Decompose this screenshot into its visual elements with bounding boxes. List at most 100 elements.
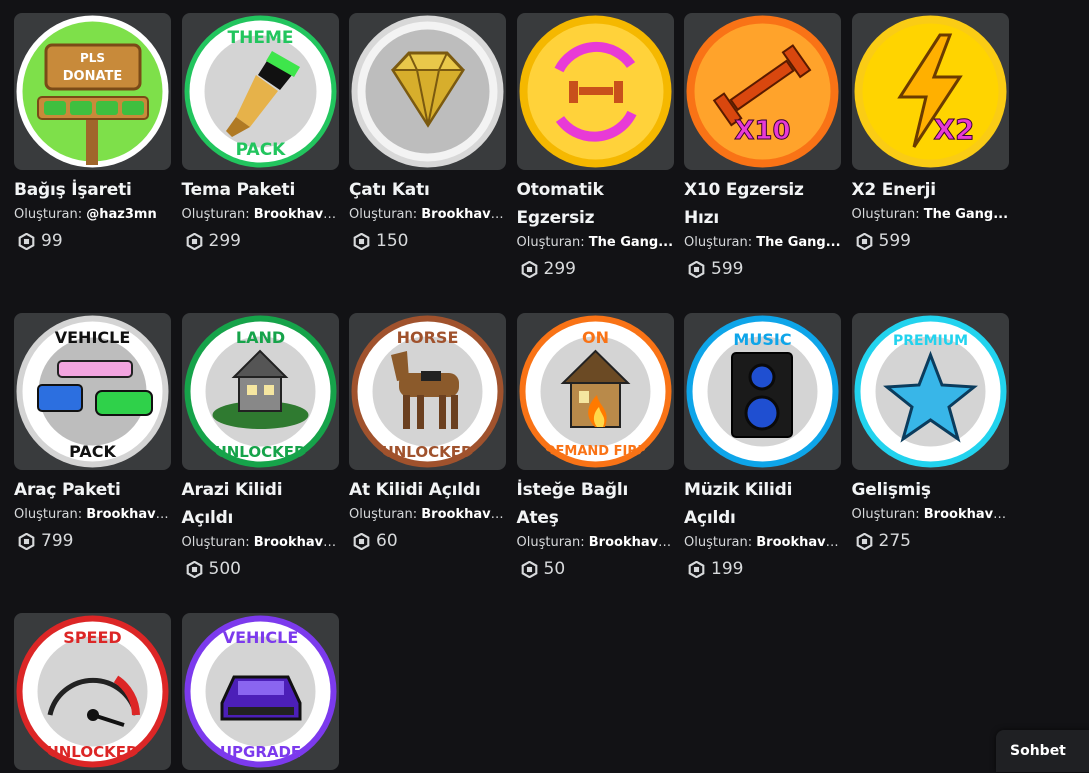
- gamepass-thumbnail[interactable]: PREMIUM: [851, 313, 1009, 470]
- gamepass-name[interactable]: Tema Paketi: [182, 176, 339, 204]
- svg-text:DONATE: DONATE: [63, 69, 123, 84]
- gamepass-creator[interactable]: Oluşturan: Brookhaven...: [14, 505, 171, 525]
- gamepass-name[interactable]: Müzik Kilidi Açıldı: [684, 476, 841, 532]
- gamepass-creator[interactable]: Oluşturan: Brookhaven...: [852, 505, 1009, 525]
- svg-text:HORSE: HORSE: [397, 328, 459, 347]
- robux-icon: [688, 560, 705, 578]
- gamepass-price: 799: [14, 529, 171, 553]
- premium-star-icon: PREMIUM: [854, 315, 1007, 468]
- svg-text:DEMAND FIRE: DEMAND FIRE: [544, 444, 645, 459]
- gamepass-card[interactable]: Otomatik Egzersiz Oluşturan: The Gang...…: [516, 13, 674, 313]
- chat-label: Sohbet: [1010, 743, 1066, 759]
- gamepass-creator[interactable]: Oluşturan: Brookhaven...: [349, 505, 506, 525]
- music-speaker-icon: MUSIC: [686, 315, 839, 468]
- svg-text:PACK: PACK: [235, 140, 286, 160]
- svg-text:UNLOCKED: UNLOCKED: [214, 443, 306, 461]
- gamepass-name[interactable]: Çatı Katı: [349, 176, 506, 204]
- svg-text:LAND: LAND: [235, 328, 284, 347]
- gamepass-card[interactable]: HORSE UNLOCKED At Kilidi Açıldı Oluştura…: [349, 313, 506, 613]
- robux-icon: [186, 560, 202, 578]
- gamepass-thumbnail[interactable]: THEME PACK: [181, 13, 339, 170]
- gamepass-name[interactable]: Otomatik Egzersiz: [517, 176, 674, 232]
- gamepass-creator[interactable]: Oluşturan: The Gang...: [517, 233, 674, 253]
- gamepass-thumbnail[interactable]: X2: [851, 13, 1009, 170]
- gamepass-thumbnail[interactable]: ON DEMAND FIRE: [516, 313, 674, 470]
- gamepass-thumbnail[interactable]: MUSIC: [684, 313, 841, 470]
- robux-icon: [521, 560, 537, 578]
- robux-icon: [521, 260, 537, 278]
- gamepass-name[interactable]: Gelişmiş: [852, 476, 1009, 504]
- gamepass-name[interactable]: İsteğe Bağlı Ateş: [517, 476, 674, 532]
- gamepass-card[interactable]: PREMIUM Gelişmiş Oluşturan: Brookhaven..…: [851, 313, 1009, 613]
- gamepass-thumbnail[interactable]: VEHICLE PACK: [14, 313, 171, 470]
- gamepass-creator[interactable]: Oluşturan: @haz3mn: [14, 205, 171, 225]
- auto-workout-dumbbell-icon: [519, 15, 672, 168]
- gamepass-thumbnail[interactable]: SPEED UNLOCKED: [14, 613, 171, 770]
- robux-icon: [18, 532, 35, 550]
- vehicle-pack-cars-icon: VEHICLE PACK: [16, 315, 169, 468]
- svg-text:PACK: PACK: [69, 442, 116, 461]
- gamepass-creator[interactable]: Oluşturan: Brookhaven...: [684, 533, 841, 553]
- robux-icon: [688, 260, 705, 278]
- chat-button[interactable]: Sohbet: [996, 730, 1089, 772]
- svg-text:X10: X10: [734, 116, 790, 146]
- land-unlocked-house-icon: LAND UNLOCKED: [184, 315, 337, 468]
- gamepass-thumbnail[interactable]: PLS DONATE: [14, 13, 171, 170]
- robux-icon: [353, 532, 370, 550]
- gamepass-creator[interactable]: Oluşturan: Brookhaven...: [517, 533, 674, 553]
- gamepass-thumbnail[interactable]: HORSE UNLOCKED: [349, 313, 506, 470]
- gamepass-name[interactable]: X2 Enerji: [852, 176, 1009, 204]
- x2-lightning-icon: X2: [854, 15, 1007, 168]
- gamepass-name[interactable]: Arazi Kilidi Açıldı: [182, 476, 339, 532]
- gamepass-card[interactable]: PLS DONATE Bağış İşareti Oluşturan: @haz…: [14, 13, 171, 313]
- gamepass-thumbnail[interactable]: X10: [684, 13, 841, 170]
- gamepass-creator[interactable]: Oluşturan: Brookhaven...: [349, 205, 506, 225]
- gamepass-creator[interactable]: Oluşturan: The Gang...: [852, 205, 1009, 225]
- gamepass-price: 500: [182, 557, 339, 581]
- gamepass-name[interactable]: At Kilidi Açıldı: [349, 476, 506, 504]
- theme-pack-brush-icon: THEME PACK: [184, 15, 337, 168]
- gamepass-card[interactable]: ON DEMAND FIRE İsteğe Bağlı Ateş Oluştur…: [516, 313, 674, 613]
- svg-text:VEHICLE: VEHICLE: [222, 628, 298, 647]
- pls-donate-sign-icon: PLS DONATE: [16, 15, 169, 168]
- svg-text:THEME: THEME: [227, 28, 293, 48]
- svg-text:UNLOCKED: UNLOCKED: [47, 743, 139, 761]
- robux-icon: [186, 232, 202, 250]
- svg-text:X2: X2: [933, 113, 974, 146]
- gamepass-price: 150: [349, 229, 506, 253]
- gamepass-thumbnail[interactable]: [349, 13, 506, 170]
- gamepass-grid: PLS DONATE Bağış İşareti Oluşturan: @haz…: [14, 13, 1009, 773]
- gamepass-price: 199: [684, 557, 841, 581]
- horse-unlocked-icon: HORSE UNLOCKED: [351, 315, 504, 468]
- gamepass-creator[interactable]: Oluşturan: Brookhaven...: [182, 205, 339, 225]
- gamepass-price: 60: [349, 529, 506, 553]
- gamepass-card[interactable]: X2 X2 Enerji Oluşturan: The Gang... 599: [851, 13, 1009, 313]
- on-demand-fire-house-icon: ON DEMAND FIRE: [519, 315, 672, 468]
- gamepass-thumbnail[interactable]: LAND UNLOCKED: [181, 313, 339, 470]
- gamepass-thumbnail[interactable]: VEHICLE UPGRADE: [181, 613, 339, 770]
- svg-text:PREMIUM: PREMIUM: [892, 333, 967, 349]
- gamepass-card[interactable]: VEHICLE PACK Araç Paketi Oluşturan: Broo…: [14, 313, 171, 613]
- gamepass-card[interactable]: SPEED UNLOCKED: [14, 613, 171, 773]
- gamepass-name[interactable]: Bağış İşareti: [14, 176, 171, 204]
- robux-icon: [353, 232, 370, 250]
- svg-text:MUSIC: MUSIC: [733, 330, 791, 349]
- svg-text:VEHICLE: VEHICLE: [55, 328, 131, 347]
- diamond-icon: [351, 15, 504, 168]
- gamepass-creator[interactable]: Oluşturan: Brookhaven...: [182, 533, 339, 553]
- gamepass-thumbnail[interactable]: [516, 13, 674, 170]
- gamepass-card[interactable]: X10 X10 Egzersiz Hızı Oluşturan: The Gan…: [684, 13, 841, 313]
- robux-icon: [856, 532, 872, 550]
- gamepass-card[interactable]: Çatı Katı Oluşturan: Brookhaven... 150: [349, 13, 506, 313]
- svg-text:SPEED: SPEED: [63, 628, 121, 647]
- gamepass-price: 275: [852, 529, 1009, 553]
- gamepass-name[interactable]: Araç Paketi: [14, 476, 171, 504]
- gamepass-card[interactable]: LAND UNLOCKED Arazi Kilidi Açıldı Oluştu…: [181, 313, 339, 613]
- gamepass-price: 299: [517, 257, 674, 281]
- gamepass-card[interactable]: VEHICLE UPGRADE: [181, 613, 339, 773]
- gamepass-card[interactable]: MUSIC Müzik Kilidi Açıldı Oluşturan: Bro…: [684, 313, 841, 613]
- gamepass-creator[interactable]: Oluşturan: The Gang...: [684, 233, 841, 253]
- gamepass-name[interactable]: X10 Egzersiz Hızı: [684, 176, 841, 232]
- gamepass-card[interactable]: THEME PACK Tema Paketi Oluşturan: Brookh…: [181, 13, 339, 313]
- gamepass-price: 299: [182, 229, 339, 253]
